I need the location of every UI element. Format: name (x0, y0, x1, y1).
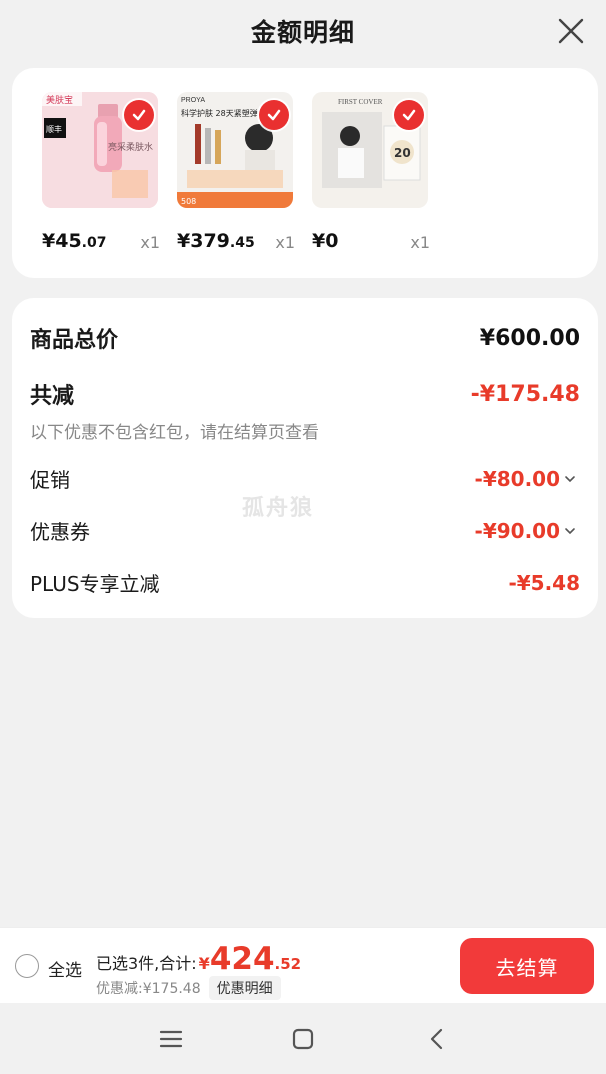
product-text: 20 (394, 146, 411, 160)
total-reduce-row: 共减 -¥175.48 (30, 378, 580, 410)
price-summary-card: 商品总价 ¥600.00 共减 -¥175.48 以下优惠不包含红包，请在结算页… (12, 298, 598, 618)
discount-detail-button[interactable]: 优惠明细 (208, 976, 281, 1000)
chevron-down-icon[interactable] (564, 527, 576, 535)
checkout-bar: 全选 已选3件,合计: ¥ 424 .52 优惠减:¥175.48 优惠明细 去… (0, 927, 606, 1003)
plus-row: PLUS专享立减 -¥5.48 (30, 568, 580, 597)
product-quantity: x1 (275, 233, 295, 252)
product-quantity: x1 (410, 233, 430, 252)
total-price-value: ¥600.00 (479, 325, 580, 351)
product-item[interactable]: FIRST COVER 20 ¥0 x1 (312, 92, 430, 252)
discount-text: 优惠减:¥175.48 (96, 981, 201, 997)
total-amount: 424 (209, 941, 275, 977)
product-list-card: 美肤宝 顺丰 亮采柔肤水 ¥45.07 x1 PROYA 科学护肤 28天紧塑弹… (12, 68, 598, 278)
check-icon[interactable] (394, 100, 424, 130)
total-reduce-value: -¥175.48 (470, 381, 580, 407)
product-thumbnail[interactable]: 美肤宝 顺丰 亮采柔肤水 (42, 92, 158, 208)
brand-logo-text: 美肤宝 (46, 94, 73, 105)
svg-text:顺丰: 顺丰 (46, 124, 62, 134)
total-price-label: 商品总价 (30, 328, 119, 353)
product-price: ¥45.07 (42, 230, 107, 252)
total-reduce-label: 共减 (30, 384, 75, 409)
check-icon[interactable] (259, 100, 289, 130)
product-price: ¥379.45 (177, 230, 255, 252)
product-thumbnail[interactable]: FIRST COVER 20 (312, 92, 428, 208)
back-icon[interactable] (423, 1025, 451, 1053)
promo-label: 促销 (30, 468, 70, 492)
home-icon[interactable] (289, 1025, 317, 1053)
select-all-radio[interactable] (15, 954, 39, 978)
menu-icon[interactable] (157, 1025, 185, 1053)
discount-line: 优惠减:¥175.48 优惠明细 (96, 976, 281, 1000)
product-thumbnail[interactable]: PROYA 科学护肤 28天紧塑弹 508 (177, 92, 293, 208)
coupon-row[interactable]: 优惠券 -¥90.00 (30, 516, 580, 545)
product-quantity: x1 (140, 233, 160, 252)
coupon-label: 优惠券 (30, 520, 90, 544)
coupon-value[interactable]: -¥90.00 (475, 519, 580, 543)
discount-note: 以下优惠不包含红包，请在结算页查看 (30, 423, 319, 443)
system-navigation-bar (0, 1003, 606, 1074)
svg-text:508: 508 (181, 197, 196, 206)
plus-value: -¥5.48 (508, 570, 580, 595)
brand-logo-text: PROYA (181, 97, 205, 104)
close-icon[interactable] (556, 16, 586, 46)
select-all-label[interactable]: 全选 (48, 956, 82, 981)
total-price-row: 商品总价 ¥600.00 (30, 322, 580, 354)
checkout-button[interactable]: 去结算 (460, 938, 594, 994)
chevron-down-icon[interactable] (564, 475, 576, 483)
check-icon[interactable] (124, 100, 154, 130)
brand-logo-text: FIRST COVER (338, 98, 383, 106)
promo-row[interactable]: 促销 -¥80.00 (30, 464, 580, 493)
product-text: 亮采柔肤水 (108, 141, 153, 153)
promo-value[interactable]: -¥80.00 (475, 467, 580, 491)
page-title: 金额明细 (250, 18, 355, 47)
product-price: ¥0 (312, 230, 339, 252)
product-item[interactable]: PROYA 科学护肤 28天紧塑弹 508 ¥379.45 x1 (177, 92, 295, 252)
plus-label: PLUS专享立减 (30, 572, 160, 596)
product-item[interactable]: 美肤宝 顺丰 亮采柔肤水 ¥45.07 x1 (42, 92, 160, 252)
selected-total: 已选3件,合计: ¥ 424 .52 (96, 941, 302, 977)
header: 金额明细 (0, 0, 606, 62)
product-text: 科学护肤 28天紧塑弹 (181, 108, 258, 118)
